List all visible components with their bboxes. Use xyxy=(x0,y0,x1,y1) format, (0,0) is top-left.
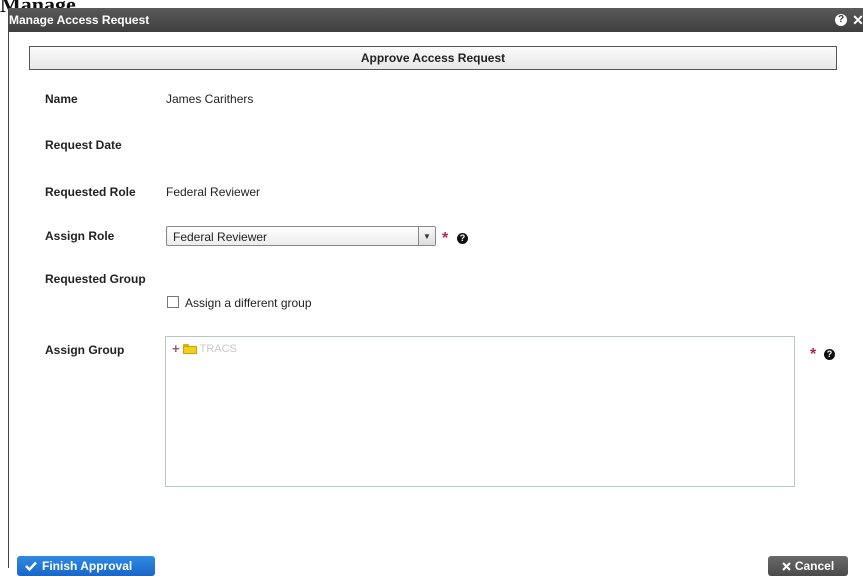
requested-group-label: Requested Group xyxy=(45,272,146,286)
assign-group-help-icon[interactable]: ? xyxy=(824,349,835,360)
tree-item[interactable]: + TRACS xyxy=(172,342,237,355)
assign-group-required-star: * xyxy=(810,346,817,363)
assign-role-selected-value: Federal Reviewer xyxy=(173,230,268,244)
cancel-label: Cancel xyxy=(794,559,835,573)
approve-access-request-header: Approve Access Request xyxy=(29,46,837,70)
help-icon[interactable]: ? xyxy=(835,14,847,26)
requested-role-value: Federal Reviewer xyxy=(166,185,261,199)
close-icon[interactable]: ✕ xyxy=(852,13,863,27)
cancel-x-icon xyxy=(782,561,791,571)
folder-icon xyxy=(182,344,197,354)
dialog-title-bar[interactable]: Manage Access Request ? ✕ xyxy=(9,8,863,32)
assign-different-group-checkbox[interactable] xyxy=(167,296,179,308)
requested-role-label: Requested Role xyxy=(45,185,136,199)
dialog-title: Manage Access Request xyxy=(9,13,150,27)
assign-role-help-icon[interactable]: ? xyxy=(457,233,468,244)
check-icon xyxy=(25,561,37,571)
title-bar-icons: ? ✕ xyxy=(835,11,863,29)
name-value: James Carithers xyxy=(166,92,254,106)
name-label: Name xyxy=(45,92,78,106)
assign-group-label: Assign Group xyxy=(45,343,125,357)
group-tree[interactable]: + TRACS xyxy=(165,336,795,487)
chevron-down-icon[interactable]: ▼ xyxy=(418,227,435,245)
request-date-label: Request Date xyxy=(45,138,122,152)
cancel-button[interactable]: Cancel xyxy=(768,556,848,576)
finish-approval-button[interactable]: Finish Approval xyxy=(17,556,155,576)
expand-icon[interactable]: + xyxy=(172,342,180,355)
assign-role-label: Assign Role xyxy=(45,229,115,243)
assign-role-select[interactable]: Federal Reviewer ▼ xyxy=(166,226,436,246)
tree-item-label[interactable]: TRACS xyxy=(200,343,237,355)
assign-different-group-label[interactable]: Assign a different group xyxy=(185,296,312,310)
assign-role-required-star: * xyxy=(442,230,449,247)
finish-approval-label: Finish Approval xyxy=(42,559,133,573)
